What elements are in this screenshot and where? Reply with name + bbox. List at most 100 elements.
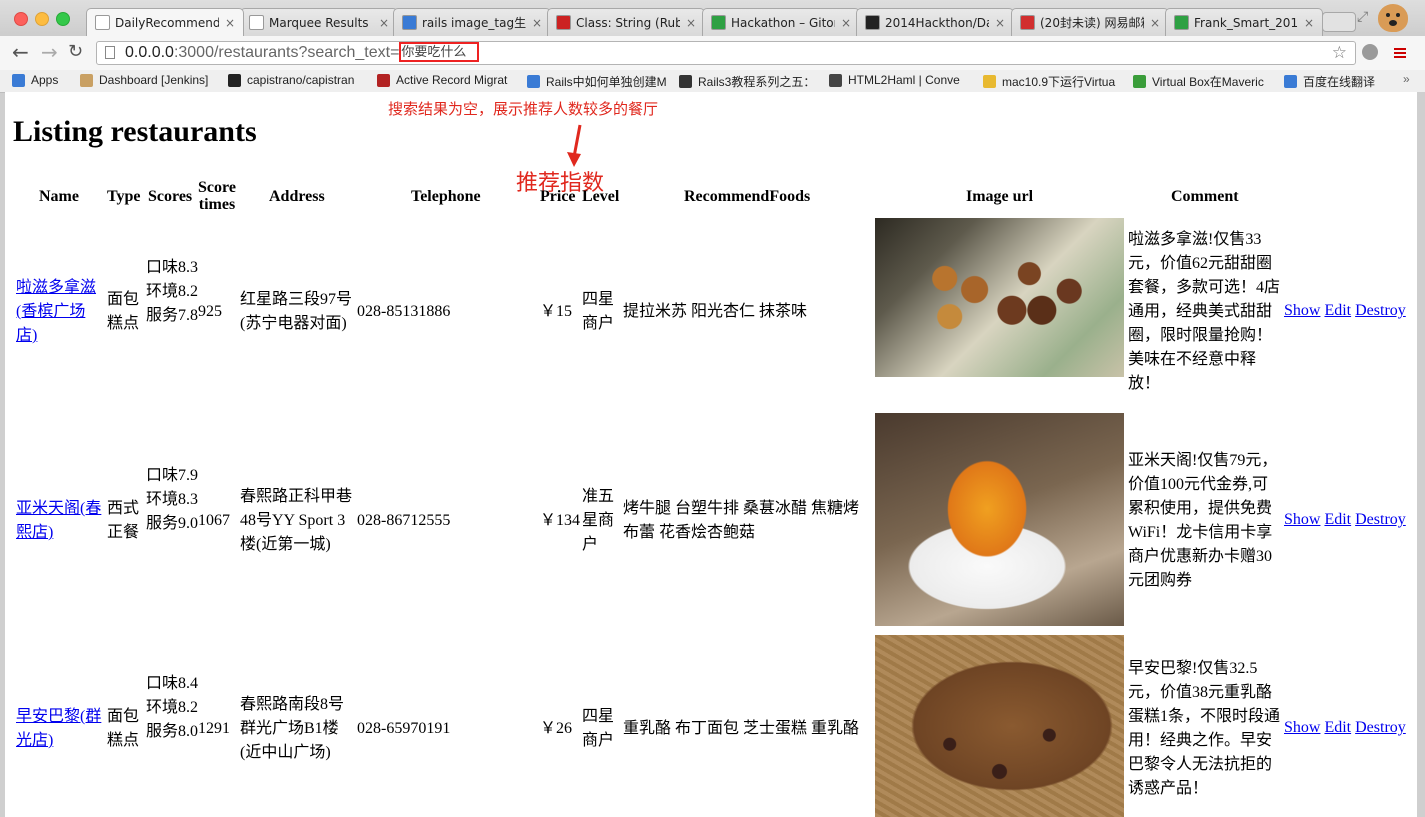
table-row-1-foods: 提拉米苏 阳光杏仁 抹茶味 xyxy=(623,303,808,320)
header-score-times-line1: Score xyxy=(198,179,236,196)
bookmark-2[interactable]: Dashboard [Jenkins] xyxy=(80,73,208,87)
bookmark-5[interactable]: Rails中如何单独创建M xyxy=(527,73,667,90)
restaurant-name-link[interactable]: 早安巴黎(群光店) xyxy=(16,708,101,749)
tab-6[interactable]: 2014Hackthon/Dai × xyxy=(856,8,1014,36)
bookmark-label: HTML2Haml | Conve xyxy=(848,73,960,87)
tab-1[interactable]: DailyRecommendE × xyxy=(86,8,244,36)
more-bookmarks-icon[interactable]: » xyxy=(1403,72,1410,86)
url-text[interactable]: 0.0.0.0:3000/restaurants?search_text= 你要吃… xyxy=(125,42,480,64)
tab-close-icon[interactable]: × xyxy=(995,16,1005,30)
bookmark-6[interactable]: Rails3教程系列之五： xyxy=(679,73,815,90)
restaurant-name-link[interactable]: 亚米天阁(春熙店) xyxy=(16,500,101,541)
destroy-link[interactable]: Destroy xyxy=(1355,511,1406,528)
github-icon xyxy=(228,73,241,87)
tab-close-icon[interactable]: × xyxy=(1304,16,1314,30)
table-row-3-scores: 口味8.4 环境8.2 服务8.0 xyxy=(146,675,215,740)
bookmark-star-icon[interactable]: ☆ xyxy=(1332,42,1347,64)
tab-4[interactable]: Class: String (Ruby × xyxy=(547,8,705,36)
tab-bar: DailyRecommendE × Marquee Results × rails im… xyxy=(0,0,1425,36)
table-row-2-score-times: 1067 xyxy=(198,512,230,529)
bookmark-8[interactable]: mac10.9下运行Virtua xyxy=(983,73,1115,90)
table-row-3-score-times: 1291 xyxy=(198,720,230,737)
tab-7[interactable]: (20封未读) 网易邮箱 × xyxy=(1011,8,1169,36)
tab-title: (20封未读) 网易邮箱 xyxy=(1040,16,1144,30)
tab-close-icon[interactable]: × xyxy=(379,16,389,30)
table-row-1-price: ￥15 xyxy=(540,303,573,320)
page-title: Listing restaurants xyxy=(13,115,257,148)
apps-icon xyxy=(12,73,25,87)
table-row-2-actions: Show Edit Destroy xyxy=(1284,511,1406,529)
extension-icon[interactable] xyxy=(1362,44,1378,60)
table-row-1-telephone: 028-85131886 xyxy=(357,303,451,320)
tab-close-icon[interactable]: × xyxy=(532,16,542,30)
back-arrow-icon[interactable]: ← xyxy=(12,42,29,62)
table-row-2-name: 亚米天阁(春熙店) xyxy=(16,497,104,545)
tab-title: 2014Hackthon/Dai xyxy=(885,15,989,30)
bookmark-label: capistrano/capistran xyxy=(247,73,355,87)
github-icon xyxy=(865,15,880,30)
edit-link[interactable]: Edit xyxy=(1324,302,1351,319)
restaurant-photo-1 xyxy=(875,218,1124,377)
bookmark-label: Apps xyxy=(31,73,59,87)
plus-icon xyxy=(711,15,726,30)
minimize-window-button[interactable] xyxy=(35,12,49,26)
restaurant-photo-2 xyxy=(875,413,1124,626)
reload-icon[interactable]: ↻ xyxy=(68,42,83,62)
bulb-icon xyxy=(983,75,996,88)
tab-title: Class: String (Ruby xyxy=(576,15,680,30)
edit-link[interactable]: Edit xyxy=(1324,719,1351,736)
menu-icon[interactable] xyxy=(1394,48,1406,50)
show-link[interactable]: Show xyxy=(1284,719,1320,736)
page-icon xyxy=(249,15,264,30)
address-bar[interactable]: 0.0.0.0:3000/restaurants?search_text= 你要吃… xyxy=(96,41,1356,65)
header-address: Address xyxy=(269,188,325,205)
bookmark-4[interactable]: Active Record Migrat xyxy=(377,73,507,87)
window-frame xyxy=(1417,92,1425,817)
tab-title: Hackathon – Gitoriu xyxy=(731,15,835,30)
tab-8[interactable]: Frank_Smart_2014 × xyxy=(1165,8,1323,36)
bookmark-7[interactable]: HTML2Haml | Conve xyxy=(829,73,960,87)
destroy-link[interactable]: Destroy xyxy=(1355,719,1406,736)
table-row-2-comment: 亚米天阁!仅售79元，价值100元代金券,可累积使用，提供免费WiFi！龙卡信用… xyxy=(1128,452,1278,589)
annotation-arrow-icon xyxy=(567,124,582,167)
header-telephone: Telephone xyxy=(411,188,481,205)
edit-link[interactable]: Edit xyxy=(1324,511,1351,528)
tab-close-icon[interactable]: × xyxy=(841,16,851,30)
table-row-1-name: 啦滋多拿滋(香槟广场店) xyxy=(16,276,104,348)
bookmark-9[interactable]: Virtual Box在Maveric xyxy=(1133,73,1264,90)
tab-3[interactable]: rails image_tag生成 × xyxy=(393,8,551,36)
page-icon xyxy=(105,46,115,59)
table-row-3-address: 春熙路南段8号群光广场B1楼(近中山广场) xyxy=(240,696,345,761)
tab-2[interactable]: Marquee Results × xyxy=(240,8,398,36)
table-row-1-address: 红星路三段97号(苏宁电器对面) xyxy=(240,291,353,332)
bookmark-label: mac10.9下运行Virtua xyxy=(1002,75,1116,89)
zoom-window-button[interactable] xyxy=(56,12,70,26)
show-link[interactable]: Show xyxy=(1284,302,1320,319)
new-tab-button[interactable] xyxy=(1322,12,1356,32)
haml-icon xyxy=(829,73,842,87)
table-row-3-comment: 早安巴黎!仅售32.5元，价值38元重乳酪蛋糕1条，不限时段通用！经典之作。早安… xyxy=(1128,660,1281,797)
show-link[interactable]: Show xyxy=(1284,511,1320,528)
destroy-link[interactable]: Destroy xyxy=(1355,302,1406,319)
tab-close-icon[interactable]: × xyxy=(225,16,235,30)
table-row-3-foods: 重乳酪 布丁面包 芝士蛋糕 重乳酪 xyxy=(623,720,860,737)
bookmark-1[interactable]: Apps xyxy=(12,73,58,87)
tab-close-icon[interactable]: × xyxy=(1150,16,1160,30)
fullscreen-icon[interactable]: ⤢ xyxy=(1357,9,1368,25)
tab-title: DailyRecommendE xyxy=(115,15,219,30)
close-window-button[interactable] xyxy=(14,12,28,26)
tab-close-icon[interactable]: × xyxy=(686,16,696,30)
bookmark-label: 百度在线翻译 xyxy=(1303,75,1376,89)
table-row-1-actions: Show Edit Destroy xyxy=(1284,302,1406,320)
page-content: 搜索结果为空，展示推荐人数较多的餐厅 推荐指数 Listing restaura… xyxy=(5,92,1417,817)
forward-arrow-icon[interactable]: → xyxy=(41,42,58,62)
table-row-2-foods: 烤牛腿 台塑牛排 桑葚冰醋 焦糖烤布蕾 花香烩杏鲍菇 xyxy=(623,500,860,541)
bookmark-10[interactable]: 百度在线翻译 xyxy=(1284,73,1375,90)
restaurant-name-link[interactable]: 啦滋多拿滋(香槟广场店) xyxy=(16,279,96,344)
header-name: Name xyxy=(39,188,79,205)
profile-avatar-icon[interactable] xyxy=(1378,4,1408,32)
table-row-2-telephone: 028-86712555 xyxy=(357,512,451,529)
bookmark-3[interactable]: capistrano/capistran xyxy=(228,73,354,87)
table-row-1-level: 四星商户 xyxy=(582,291,615,332)
tab-5[interactable]: Hackathon – Gitoriu × xyxy=(702,8,860,36)
